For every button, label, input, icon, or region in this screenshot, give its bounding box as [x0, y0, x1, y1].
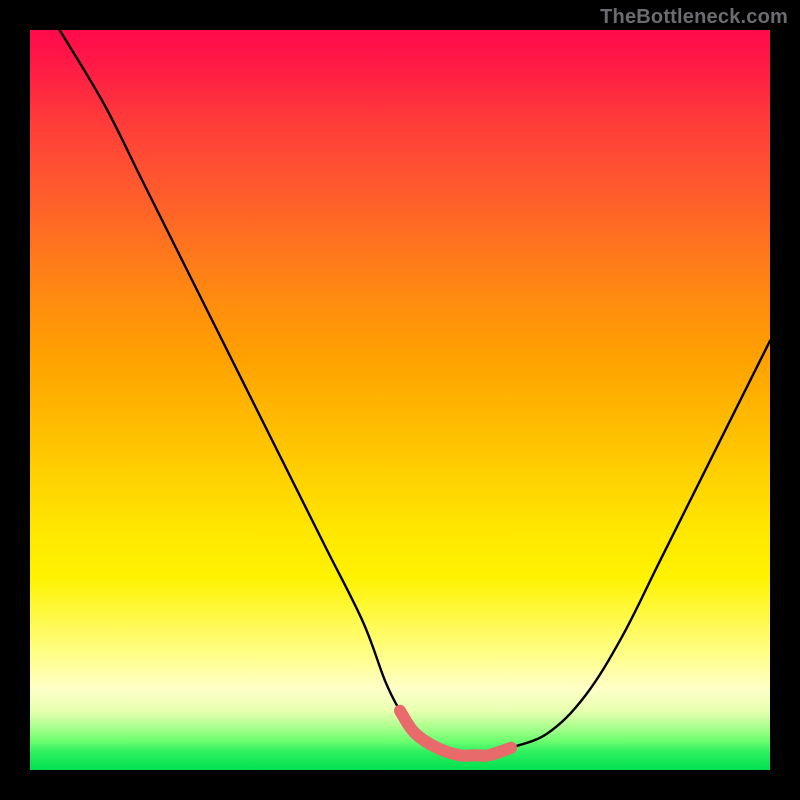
highlight-flat-region [400, 711, 511, 756]
bottleneck-curve-svg [30, 30, 770, 770]
watermark-text: TheBottleneck.com [600, 6, 788, 29]
bottleneck-curve [60, 30, 770, 756]
plot-area [30, 30, 770, 770]
chart-container: TheBottleneck.com [0, 0, 800, 800]
